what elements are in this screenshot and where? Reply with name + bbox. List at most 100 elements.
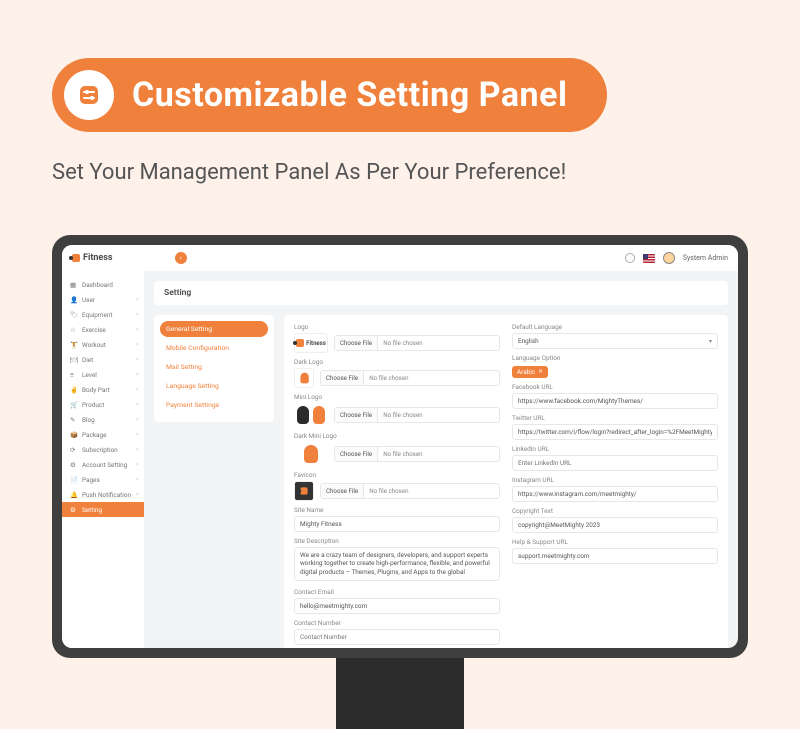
- monitor-frame: Fitness ‹ System Admin ▦Dashboard👤User›🏷…: [52, 235, 748, 658]
- sidebar-icon: 📦: [70, 431, 78, 439]
- subnav-item-mail-setting[interactable]: Mail Setting: [160, 359, 268, 375]
- mini-logo-file-input[interactable]: Choose File No file chosen: [334, 407, 500, 423]
- sidebar-item-label: Pages: [82, 476, 100, 484]
- site-description-input[interactable]: [294, 547, 500, 581]
- sidebar: ▦Dashboard👤User›🏷Equipment› ☆ Exercise › 🏋Wo…: [62, 271, 144, 648]
- sidebar-icon: 🔔: [70, 491, 78, 499]
- sidebar-item-label: Level: [82, 371, 97, 379]
- user-name[interactable]: System Admin: [683, 254, 728, 262]
- sidebar-icon: ⟳: [70, 446, 78, 454]
- file-status-text: No file chosen: [378, 447, 427, 461]
- sidebar-icon: ▦: [70, 281, 78, 289]
- linkedin-url-input[interactable]: [512, 455, 718, 471]
- sidebar-item-level[interactable]: ≡Level›: [62, 367, 144, 382]
- subnav-item-general-setting[interactable]: General Setting: [160, 321, 268, 337]
- settings-sliders-icon: [64, 70, 114, 120]
- favicon-label: Favicon: [294, 471, 500, 479]
- dark-logo-file-input[interactable]: Choose File No file chosen: [320, 370, 500, 386]
- sidebar-item-product[interactable]: 🛒Product›: [62, 397, 144, 412]
- chevron-right-icon: ›: [136, 476, 138, 483]
- subnav-item-mobile-configuration[interactable]: Mobile Configuration: [160, 340, 268, 356]
- brand-logo-icon: [72, 254, 80, 262]
- sidebar-collapse-button[interactable]: ‹: [175, 252, 187, 264]
- sidebar-item-equipment[interactable]: 🏷Equipment›: [62, 307, 144, 322]
- sidebar-item-label: Account Setting: [82, 461, 127, 469]
- sidebar-icon: 📄: [70, 476, 78, 484]
- favicon-file-input[interactable]: Choose File No file chosen: [320, 483, 500, 499]
- dark-mini-logo-preview: [301, 442, 321, 466]
- sidebar-icon: 🍽: [70, 356, 78, 364]
- linkedin-url-label: LinkedIn URL: [512, 445, 718, 453]
- choose-file-button[interactable]: Choose File: [321, 484, 364, 498]
- instagram-url-input[interactable]: [512, 486, 718, 502]
- choose-file-button[interactable]: Choose File: [335, 447, 378, 461]
- choose-file-button[interactable]: Choose File: [321, 371, 364, 385]
- file-status-text: No file chosen: [378, 336, 427, 350]
- page-title: Setting: [154, 281, 728, 305]
- sidebar-item-push-notification[interactable]: 🔔Push Notification›: [62, 487, 144, 502]
- facebook-url-label: Facebook URL: [512, 383, 718, 391]
- sidebar-item-label: Diet: [82, 356, 93, 364]
- twitter-url-label: Twitter URL: [512, 414, 718, 422]
- sidebar-item-label: User: [82, 296, 95, 304]
- sidebar-item-setting[interactable]: ⚙Setting: [62, 502, 144, 517]
- subnav-item-payment-settings[interactable]: Payment Settings: [160, 397, 268, 413]
- facebook-url-input[interactable]: [512, 393, 718, 409]
- brand-text: Fitness: [83, 253, 113, 263]
- choose-file-button[interactable]: Choose File: [335, 408, 378, 422]
- twitter-url-input[interactable]: [512, 424, 718, 440]
- globe-icon[interactable]: [625, 253, 635, 263]
- topbar: Fitness ‹ System Admin: [62, 245, 738, 271]
- sidebar-icon: ⚙: [70, 506, 78, 514]
- copyright-text-input[interactable]: [512, 517, 718, 533]
- sidebar-item-account-setting[interactable]: ⚙Account Setting›: [62, 457, 144, 472]
- choose-file-button[interactable]: Choose File: [335, 336, 378, 350]
- sidebar-item-subscription[interactable]: ⟳Subscription›: [62, 442, 144, 457]
- chevron-right-icon: ›: [136, 326, 138, 333]
- sidebar-item-dashboard[interactable]: ▦Dashboard: [62, 277, 144, 292]
- dark-mini-logo-file-input[interactable]: Choose File No file chosen: [334, 446, 500, 462]
- sidebar-item-blog[interactable]: ✎Blog›: [62, 412, 144, 427]
- app-screen: Fitness ‹ System Admin ▦Dashboard👤User›🏷…: [62, 245, 738, 648]
- chevron-left-icon: ‹: [179, 254, 181, 262]
- settings-subnav: General Setting Mobile Configuration Mail …: [154, 315, 274, 422]
- dark-logo-preview: [294, 368, 314, 388]
- language-chip-arabic[interactable]: Arabic: [512, 366, 548, 378]
- sidebar-item-workout[interactable]: 🏋Workout›: [62, 337, 144, 352]
- sidebar-item-package[interactable]: 📦 Package ›: [62, 427, 144, 442]
- sidebar-item-pages[interactable]: 📄 Pages ›: [62, 472, 144, 487]
- language-option-label: Language Option: [512, 354, 718, 362]
- chevron-right-icon: ›: [136, 416, 138, 423]
- sidebar-icon: ☆: [70, 326, 78, 334]
- chevron-right-icon: ›: [136, 491, 138, 498]
- chevron-right-icon: ›: [136, 461, 138, 468]
- file-status-text: No file chosen: [364, 371, 413, 385]
- site-name-input[interactable]: [294, 516, 500, 532]
- sidebar-item-label: Equipment: [82, 311, 112, 319]
- monitor-stand: [336, 658, 464, 729]
- chevron-right-icon: ›: [136, 386, 138, 393]
- default-language-select[interactable]: English: [512, 333, 718, 349]
- dark-mini-logo-label: Dark Mini Logo: [294, 432, 500, 440]
- avatar[interactable]: [663, 252, 675, 264]
- sidebar-item-label: Package: [82, 431, 107, 439]
- sidebar-item-exercise[interactable]: ☆ Exercise ›: [62, 322, 144, 337]
- sidebar-icon: 🏋: [70, 341, 78, 349]
- subnav-item-language-setting[interactable]: Language Setting: [160, 378, 268, 394]
- sidebar-item-diet[interactable]: 🍽 Diet ›: [62, 352, 144, 367]
- mini-logo-label: Mini Logo: [294, 393, 500, 401]
- sidebar-item-label: Exercise: [82, 326, 106, 334]
- contact-number-input[interactable]: [294, 629, 500, 645]
- brand[interactable]: Fitness: [72, 253, 113, 263]
- sidebar-item-body-part[interactable]: ✌Body Part›: [62, 382, 144, 397]
- sidebar-icon: 🛒: [70, 401, 78, 409]
- sidebar-item-user[interactable]: 👤User›: [62, 292, 144, 307]
- logo-file-input[interactable]: Choose File No file chosen: [334, 335, 500, 351]
- chevron-right-icon: ›: [136, 431, 138, 438]
- chevron-right-icon: ›: [136, 356, 138, 363]
- mini-logo-preview: [294, 403, 328, 427]
- help-support-url-input[interactable]: [512, 548, 718, 564]
- flag-us-icon[interactable]: [643, 254, 655, 263]
- sidebar-item-label: Product: [82, 401, 104, 409]
- contact-email-input[interactable]: [294, 598, 500, 614]
